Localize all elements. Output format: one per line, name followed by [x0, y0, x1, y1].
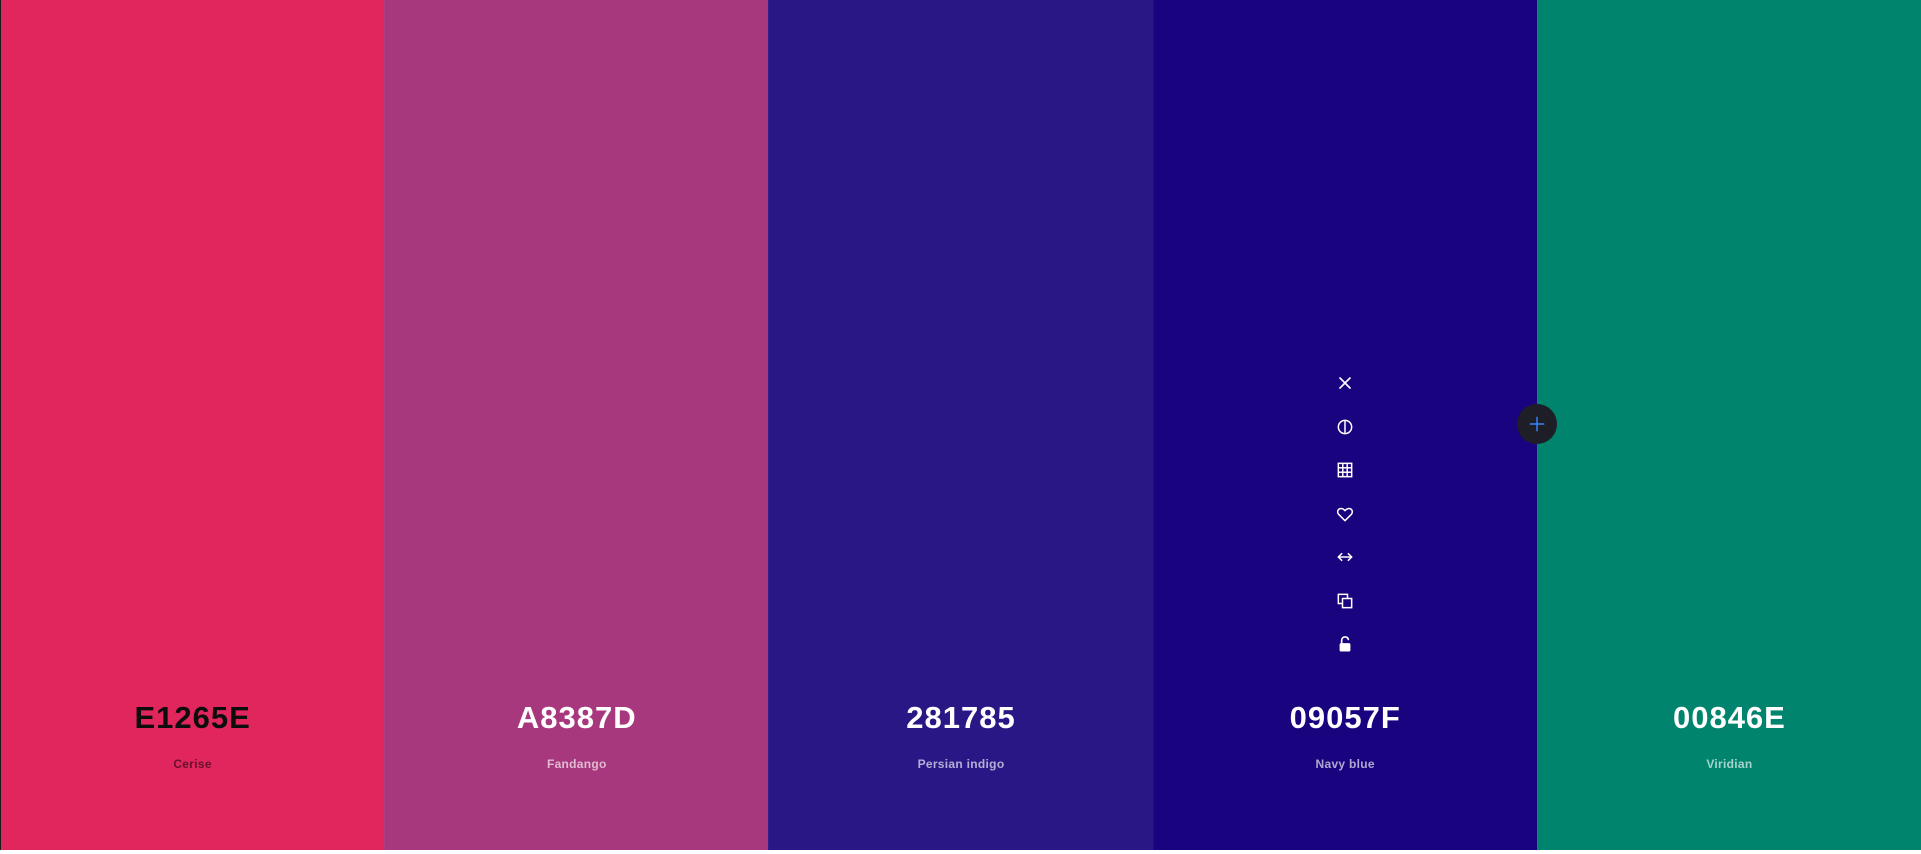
swatch-fandango[interactable]: A8387D Fandango: [384, 0, 769, 850]
swatch-cerise[interactable]: E1265E Cerise: [1, 0, 385, 850]
swatch-persian-indigo[interactable]: 281785 Persian indigo: [768, 0, 1153, 850]
save-color-button[interactable]: [1330, 499, 1360, 529]
color-name[interactable]: Fandango: [385, 757, 768, 771]
swatch-toolbar: [1330, 368, 1360, 673]
hex-code[interactable]: 00846E: [1538, 700, 1921, 736]
shades-grid-icon: [1337, 462, 1353, 478]
close-icon: [1339, 377, 1352, 389]
add-color-button[interactable]: [1517, 404, 1557, 444]
unlock-icon: [1339, 636, 1351, 652]
drag-arrows-icon: [1337, 552, 1353, 562]
heart-icon: [1337, 507, 1354, 521]
color-name[interactable]: Viridian: [1538, 757, 1921, 771]
swatch-navy-blue[interactable]: 09057F Navy blue: [1152, 0, 1537, 850]
color-name[interactable]: Cerise: [1, 757, 384, 771]
hex-code[interactable]: A8387D: [385, 700, 768, 736]
hex-code[interactable]: 09057F: [1154, 700, 1537, 736]
swatch-viridian[interactable]: 00846E Viridian: [1536, 0, 1921, 850]
color-name[interactable]: Navy blue: [1154, 757, 1537, 771]
color-name[interactable]: Persian indigo: [769, 757, 1152, 771]
drag-handle[interactable]: [1330, 542, 1360, 572]
plus-icon: [1529, 416, 1545, 432]
color-palette: E1265E Cerise A8387D Fandango 281785 Per…: [0, 0, 1921, 850]
contrast-icon: [1337, 419, 1353, 434]
copy-icon: [1337, 593, 1353, 608]
copy-hex-button[interactable]: [1330, 586, 1360, 616]
hex-code[interactable]: E1265E: [1, 700, 384, 736]
remove-color-button[interactable]: [1330, 368, 1360, 398]
shades-button[interactable]: [1330, 455, 1360, 485]
lock-color-button[interactable]: [1330, 629, 1360, 659]
hex-code[interactable]: 281785: [769, 700, 1152, 736]
contrast-button[interactable]: [1330, 412, 1360, 442]
